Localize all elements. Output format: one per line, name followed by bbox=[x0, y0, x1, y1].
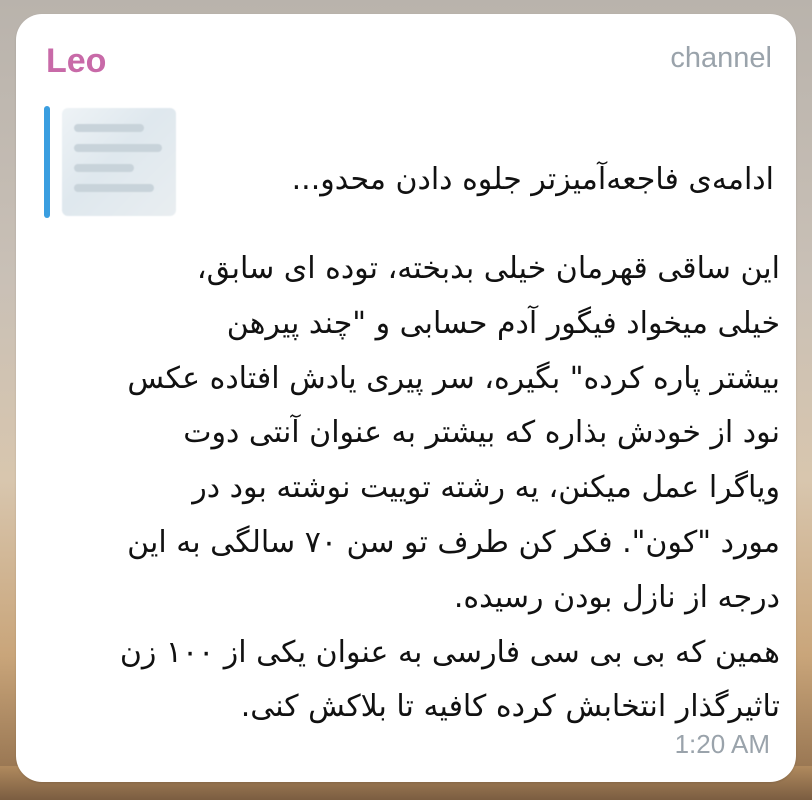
channel-label: channel bbox=[670, 42, 772, 74]
message-line: بیشتر پاره کرده" بگیره، سر پیری یادش افت… bbox=[127, 360, 780, 396]
reply-thumbnail bbox=[62, 108, 176, 216]
message-bubble[interactable]: Leo channel ادامه‌ی فاجعه‌آمیزتر جلوه دا… bbox=[16, 14, 796, 782]
message-line: نود از خودش بذاره که بیشتر به عنوان آنتی… bbox=[183, 415, 780, 451]
message-line: این ساقی قهرمان خیلی بدبخته، توده ای ساب… bbox=[196, 251, 780, 286]
message-line: همین که بی بی سی فارسی به عنوان یکی از ۱… bbox=[119, 634, 780, 670]
message-timestamp: 1:20 AM bbox=[674, 729, 770, 759]
reply-preview-text: ادامه‌ی فاجعه‌آمیزتر جلوه دادن محدو... bbox=[291, 162, 774, 197]
message-line: درجه از نازل بودن رسیده. bbox=[453, 579, 780, 615]
sender-name[interactable]: Leo bbox=[46, 42, 106, 81]
message-text: این ساقی قهرمان خیلی بدبخته، توده ای ساب… bbox=[50, 242, 780, 735]
message-line: خیلی میخواد فیگور آدم حسابی و "چند پیرهن bbox=[226, 305, 780, 341]
message-line: تاثیرگذار انتخابش کرده کافیه تا بلاکش کن… bbox=[240, 689, 780, 725]
message-line: ویاگرا عمل میکنن، یه رشته توییت نوشته بو… bbox=[192, 470, 780, 506]
reply-preview[interactable]: ادامه‌ی فاجعه‌آمیزتر جلوه دادن محدو... bbox=[44, 106, 774, 218]
reply-indicator-bar bbox=[44, 106, 50, 218]
message-line: مورد "کون". فکر کن طرف تو سن ۷۰ سالگی به… bbox=[127, 524, 780, 560]
